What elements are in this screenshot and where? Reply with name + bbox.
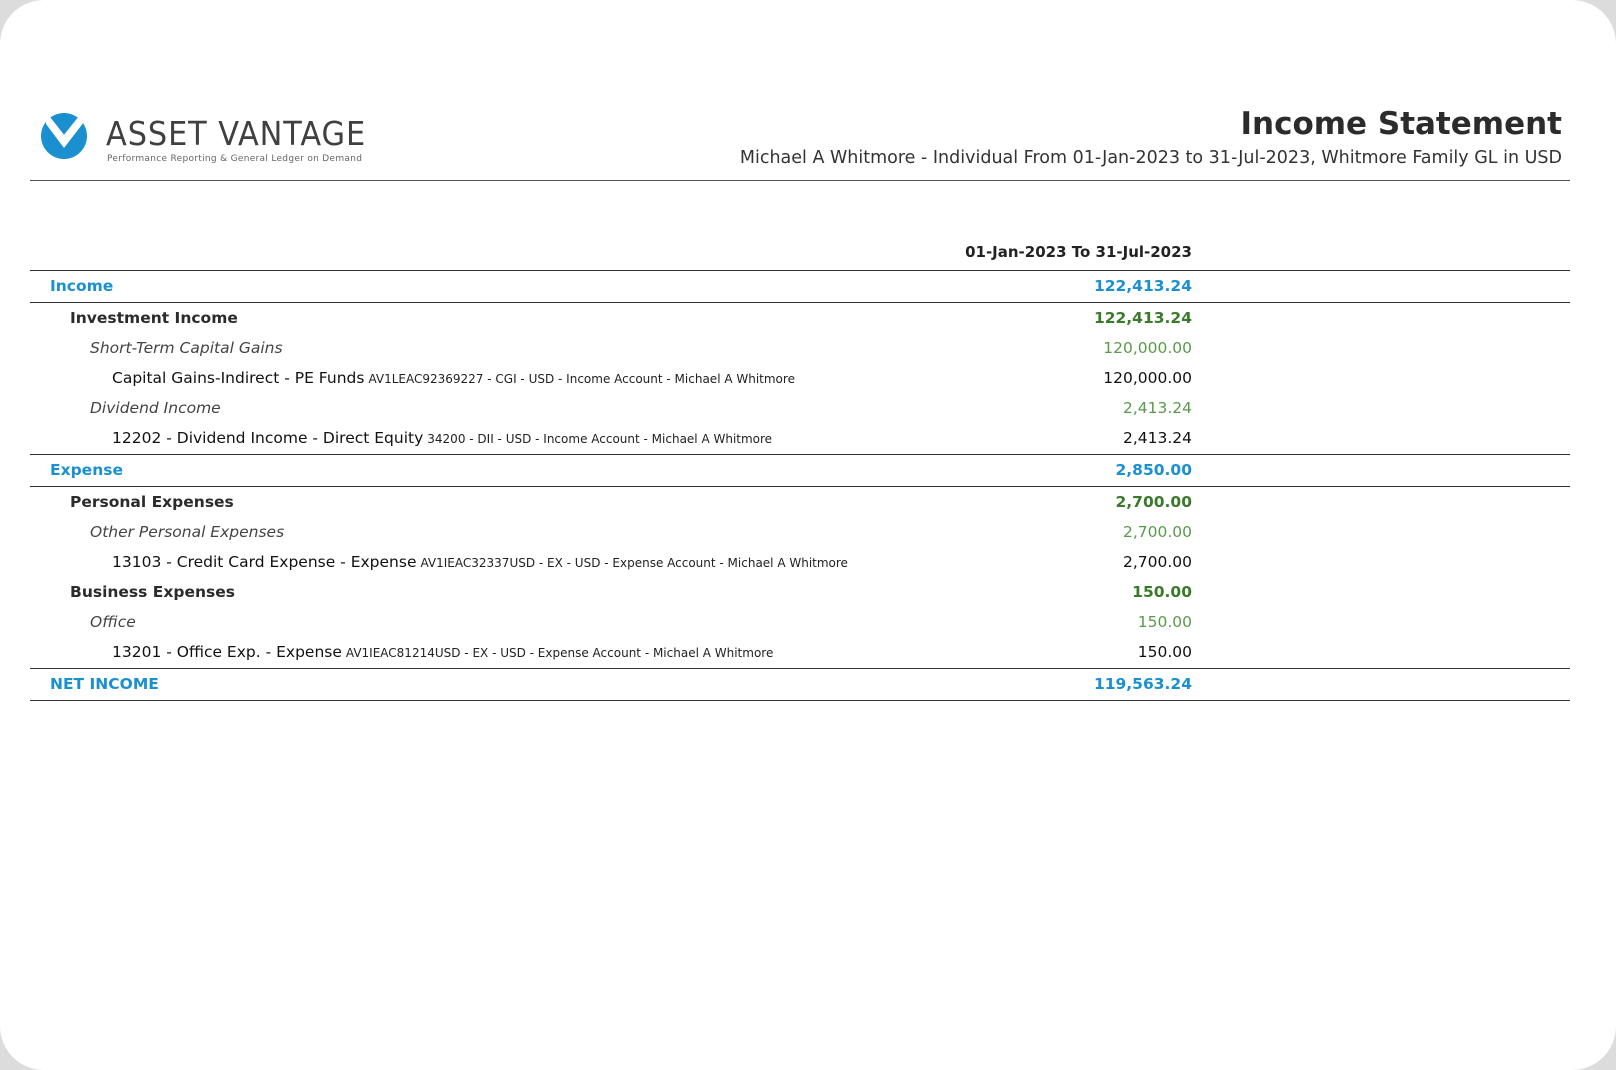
company-logo: ASSET VANTAGE Performance Reporting & Ge… xyxy=(40,108,380,168)
row-label: Expense xyxy=(50,461,123,479)
account-row-dividend-income-direct-equity: 12202 - Dividend Income - Direct Equity 3… xyxy=(30,423,1570,453)
subgroup-row-other-personal-expenses: Other Personal Expenses 2,700.00 xyxy=(30,517,1570,547)
row-amount: 2,413.24 xyxy=(1122,429,1192,447)
row-label: Business Expenses xyxy=(70,583,235,601)
row-label: Other Personal Expenses xyxy=(90,523,285,541)
report-subtitle: Michael A Whitmore - Individual From 01-… xyxy=(739,148,1562,168)
account-row-capital-gains-indirect: Capital Gains-Indirect - PE Funds AV1LEAC… xyxy=(30,363,1570,393)
account-meta: AV1IEAC32337USD - EX - USD - Expense Acc… xyxy=(420,556,848,570)
brand-tagline: Performance Reporting & General Ledger o… xyxy=(107,154,363,164)
row-label: Personal Expenses xyxy=(70,493,234,511)
row-label: Short-Term Capital Gains xyxy=(90,339,283,357)
row-amount: 150.00 xyxy=(1137,643,1192,661)
row-label: Office xyxy=(90,613,136,631)
row-amount: 120,000.00 xyxy=(1103,339,1192,357)
account-meta: AV1LEAC92369227 - CGI - USD - Income Acc… xyxy=(368,372,795,386)
group-row-personal-expenses: Personal Expenses 2,700.00 xyxy=(30,487,1570,517)
subgroup-row-short-term-capital-gains: Short-Term Capital Gains 120,000.00 xyxy=(30,333,1570,363)
brand-name: ASSET VANTAGE xyxy=(106,114,367,153)
row-amount: 2,850.00 xyxy=(1115,461,1193,479)
row-label: Dividend Income xyxy=(90,399,221,417)
asset-vantage-logo-icon xyxy=(40,108,90,159)
subgroup-row-office: Office 150.00 xyxy=(30,607,1570,637)
group-row-business-expenses: Business Expenses 150.00 xyxy=(30,577,1570,607)
row-amount: 120,000.00 xyxy=(1103,369,1192,387)
row-amount: 2,413.24 xyxy=(1122,399,1192,417)
account-name: 13103 - Credit Card Expense - Expense xyxy=(112,553,417,571)
header-divider xyxy=(30,180,1570,181)
row-amount: 2,700.00 xyxy=(1115,493,1193,511)
net-income-row: NET INCOME 119,563.24 xyxy=(30,669,1570,699)
account-name: Capital Gains-Indirect - PE Funds xyxy=(112,369,365,387)
row-amount: 122,413.24 xyxy=(1093,309,1192,327)
row-amount: 122,413.24 xyxy=(1093,277,1192,295)
table-divider xyxy=(30,700,1570,701)
report-page: ASSET VANTAGE Performance Reporting & Ge… xyxy=(0,0,1616,1070)
account-row-office-exp: 13201 - Office Exp. - Expense AV1IEAC8121… xyxy=(30,637,1570,667)
account-name: 13201 - Office Exp. - Expense xyxy=(112,643,342,661)
row-amount: 2,700.00 xyxy=(1122,553,1192,571)
period-column-header: 01-Jan-2023 To 31-Jul-2023 xyxy=(965,243,1192,261)
row-amount: 150.00 xyxy=(1137,613,1192,631)
row-label: NET INCOME xyxy=(50,675,159,693)
section-row-expense: Expense 2,850.00 xyxy=(30,455,1570,485)
report-title: Income Statement xyxy=(1240,106,1562,142)
row-amount: 119,563.24 xyxy=(1093,675,1192,693)
section-row-income: Income 122,413.24 xyxy=(30,271,1570,301)
account-meta: 34200 - DII - USD - Income Account - Mic… xyxy=(427,432,773,446)
row-label: Investment Income xyxy=(70,309,238,327)
account-name: 12202 - Dividend Income - Direct Equity xyxy=(112,429,424,447)
row-amount: 150.00 xyxy=(1132,583,1192,601)
group-row-investment-income: Investment Income 122,413.24 xyxy=(30,303,1570,333)
row-label: Income xyxy=(50,277,114,295)
account-row-credit-card-expense: 13103 - Credit Card Expense - Expense AV1… xyxy=(30,547,1570,577)
account-meta: AV1IEAC81214USD - EX - USD - Expense Acc… xyxy=(345,646,774,660)
subgroup-row-dividend-income: Dividend Income 2,413.24 xyxy=(30,393,1570,423)
row-amount: 2,700.00 xyxy=(1122,523,1192,541)
